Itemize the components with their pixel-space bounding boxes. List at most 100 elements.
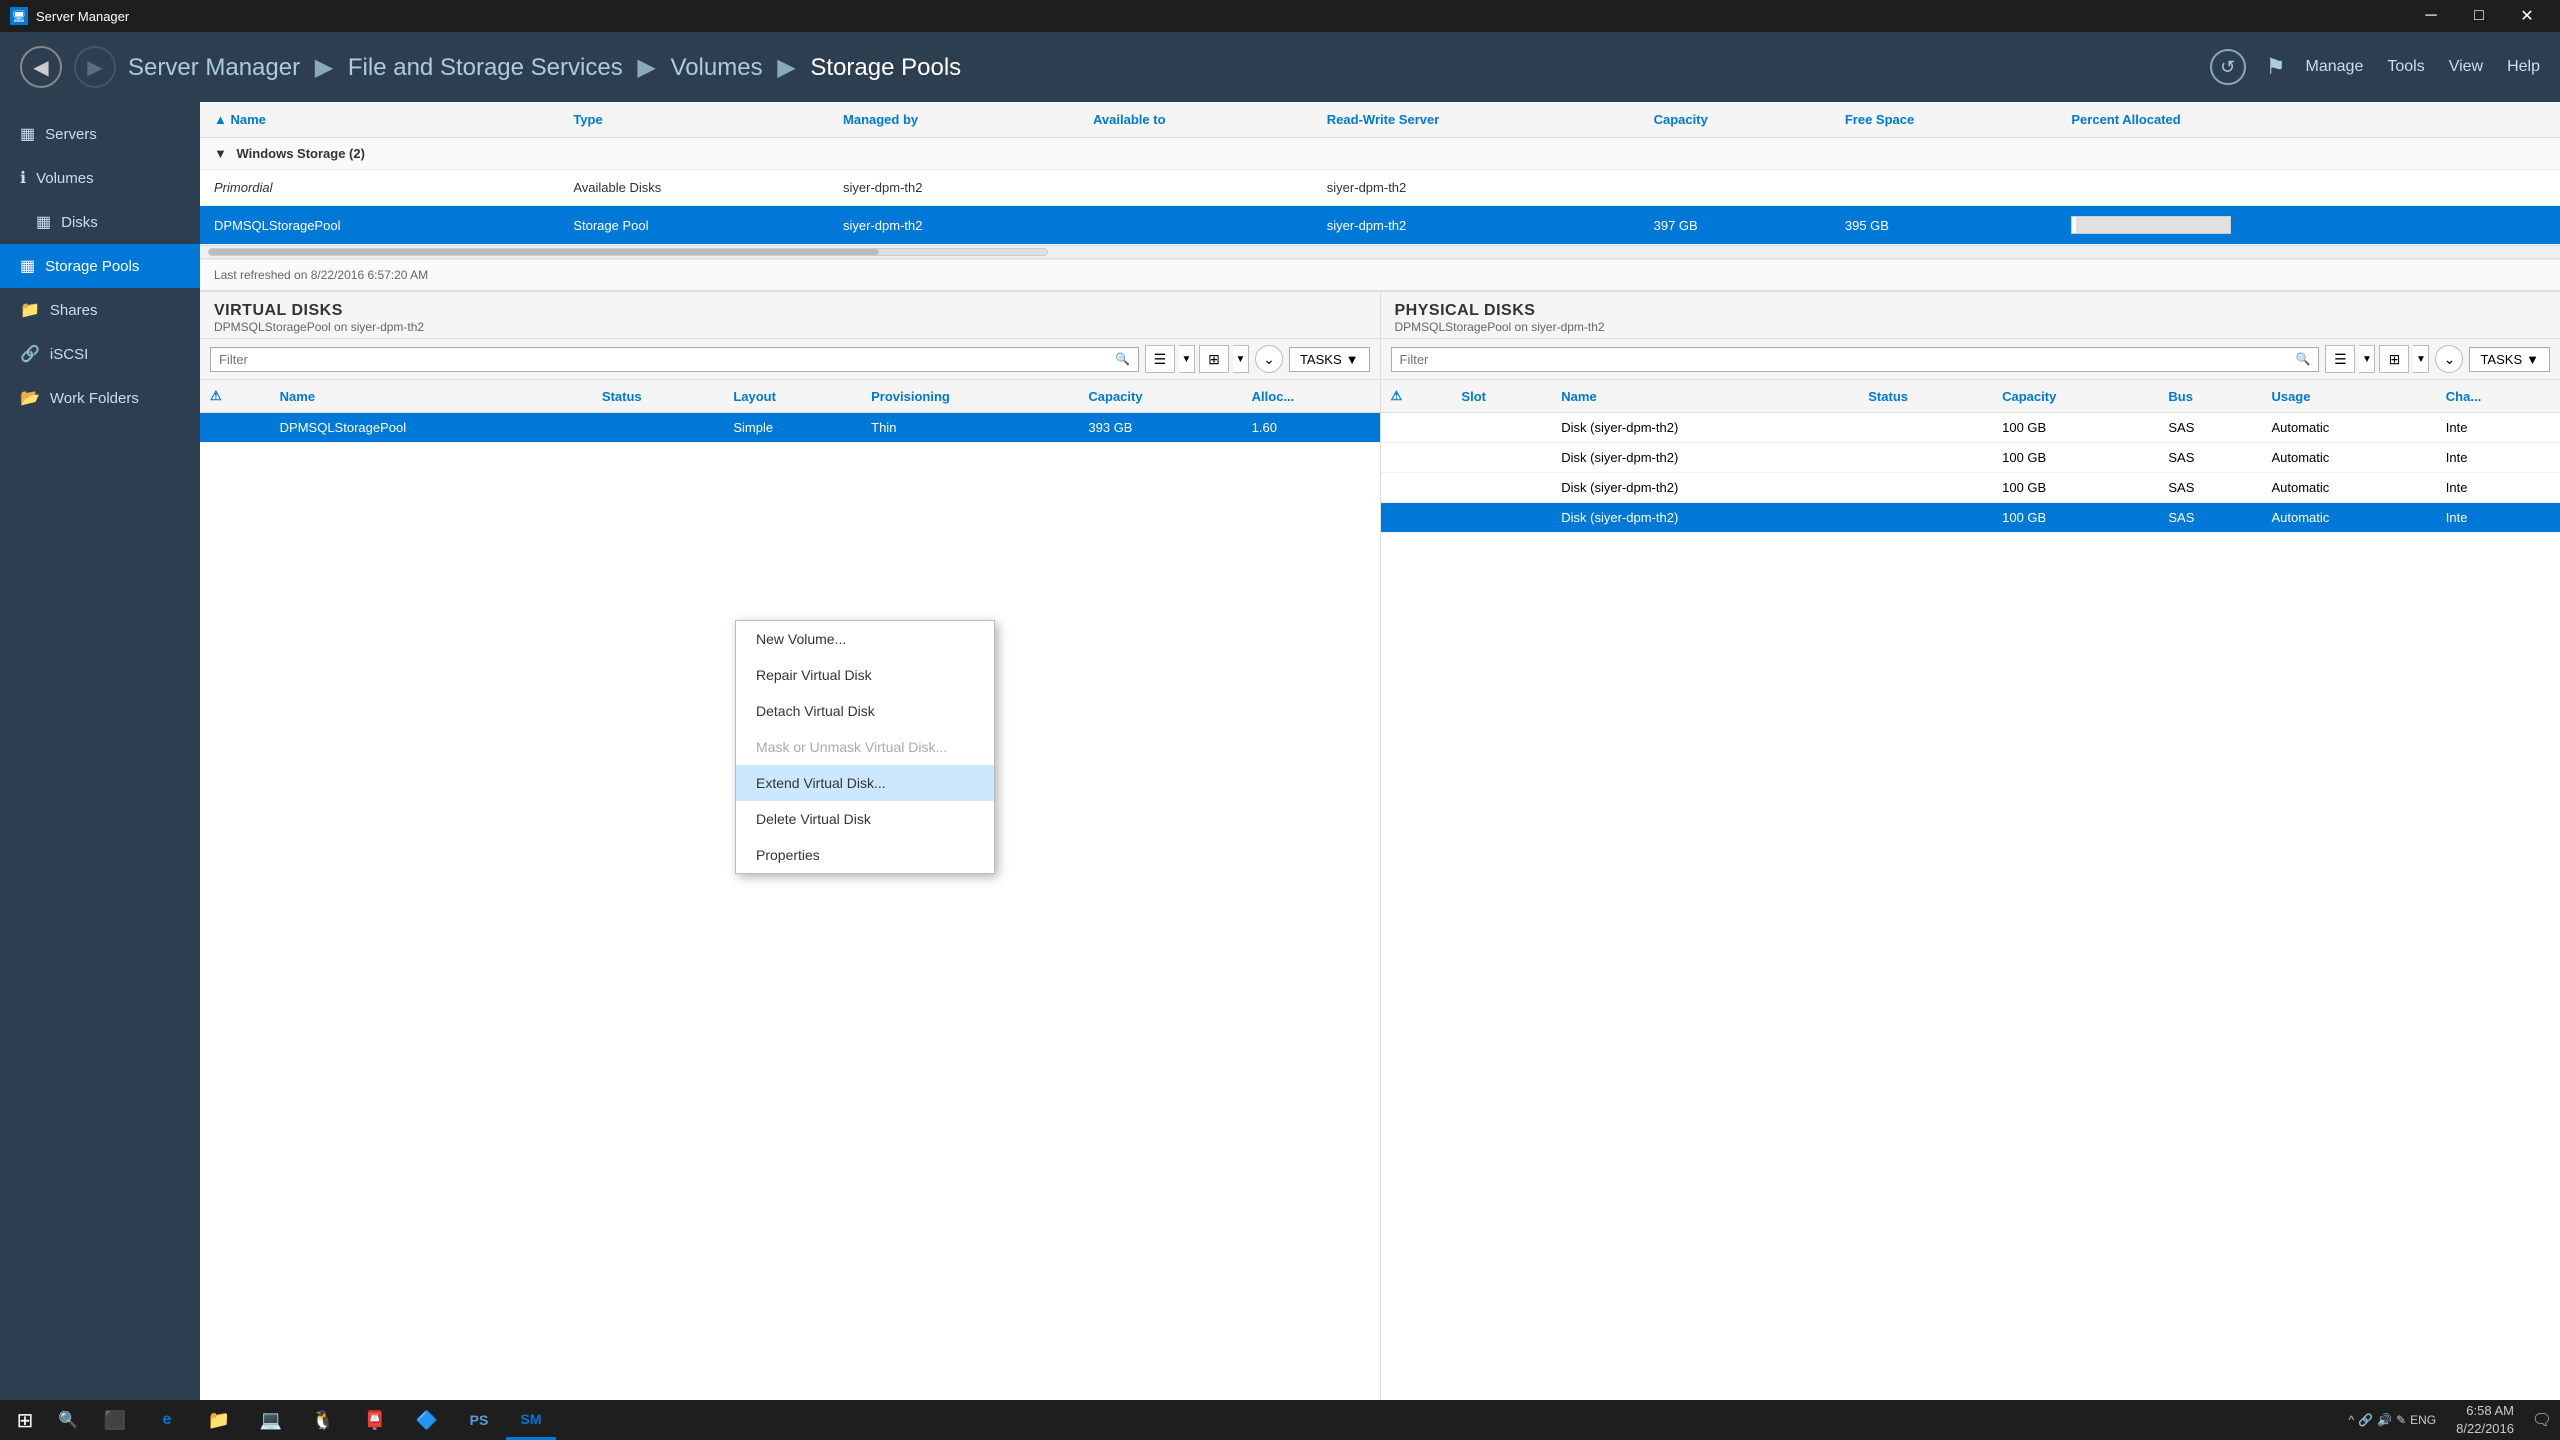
sidebar-item-shares[interactable]: 📁 Shares <box>0 288 200 332</box>
taskbar-app-cmd[interactable]: 💻 <box>246 1400 296 1440</box>
menu-tools[interactable]: Tools <box>2387 58 2424 76</box>
vd-col-status[interactable]: Status <box>592 380 723 413</box>
virtual-disks-filter-box[interactable]: 🔍 <box>210 347 1139 372</box>
filter-search-icon-2: 🔍 <box>2296 352 2311 366</box>
pd-col-name[interactable]: Name <box>1551 380 1858 413</box>
sidebar-item-iscsi[interactable]: 🔗 iSCSI <box>0 332 200 376</box>
context-menu-properties[interactable]: Properties <box>736 837 994 873</box>
sidebar-item-servers[interactable]: ▦ Servers <box>0 112 200 156</box>
minimize-button[interactable]: ─ <box>2408 0 2454 32</box>
physical-disk-row-4[interactable]: Disk (siyer-dpm-th2) 100 GB SAS Automati… <box>1381 503 2560 533</box>
breadcrumb-server-manager[interactable]: Server Manager <box>128 54 300 81</box>
horizontal-scrollbar[interactable] <box>200 245 2560 259</box>
vd-col-capacity[interactable]: Capacity <box>1078 380 1241 413</box>
col-free-space[interactable]: Free Space <box>1831 102 2058 138</box>
pd-group-dropdown[interactable]: ▼ <box>2413 345 2429 373</box>
physical-disk-row-2[interactable]: Disk (siyer-dpm-th2) 100 GB SAS Automati… <box>1381 443 2560 473</box>
taskbar-app-edge[interactable]: e <box>142 1400 192 1440</box>
vd-col-warning[interactable]: ⚠ <box>200 380 270 413</box>
refresh-button[interactable]: ↺ <box>2210 49 2246 85</box>
systray-lang[interactable]: ENG <box>2410 1413 2436 1427</box>
pd-col-cha[interactable]: Cha... <box>2436 380 2560 413</box>
virtual-disk-row[interactable]: DPMSQLStoragePool Simple Thin 393 GB 1.6… <box>200 413 1380 443</box>
forward-button[interactable]: ▶ <box>74 46 116 88</box>
close-button[interactable]: ✕ <box>2504 0 2550 32</box>
group-button[interactable]: ⊞ <box>1199 345 1229 373</box>
pd-list-view-dropdown[interactable]: ▼ <box>2359 345 2375 373</box>
taskbar-app-powershell[interactable]: PS <box>454 1400 504 1440</box>
col-available-to[interactable]: Available to <box>1079 102 1313 138</box>
list-view-button[interactable]: ☰ <box>1145 345 1175 373</box>
physical-disks-filter-box[interactable]: 🔍 <box>1391 347 2320 372</box>
col-extra[interactable] <box>2495 102 2560 138</box>
notification-button[interactable]: 🗨 <box>2524 1400 2560 1440</box>
col-capacity[interactable]: Capacity <box>1640 102 1831 138</box>
taskbar-app-blue[interactable]: 🔷 <box>402 1400 452 1440</box>
physical-disk-row-1[interactable]: Disk (siyer-dpm-th2) 100 GB SAS Automati… <box>1381 413 2560 443</box>
list-view-dropdown[interactable]: ▼ <box>1179 345 1195 373</box>
pd-col-warning[interactable]: ⚠ <box>1381 380 1452 413</box>
sidebar-item-volumes[interactable]: ℹ Volumes <box>0 156 200 200</box>
pd-col-slot[interactable]: Slot <box>1451 380 1551 413</box>
expand-button[interactable]: ⌄ <box>1255 345 1283 373</box>
taskbar: ⊞ 🔍 ⬛ e 📁 💻 🐧 📮 🔷 PS SM ^ 🔗 🔊 ✎ ENG 6:58… <box>0 1400 2560 1440</box>
taskbar-app-mail[interactable]: 📮 <box>350 1400 400 1440</box>
col-type[interactable]: Type <box>559 102 829 138</box>
vd-cell-provisioning: Thin <box>861 413 1078 443</box>
breadcrumb: Server Manager ▶ File and Storage Servic… <box>128 53 2198 82</box>
vd-col-provisioning[interactable]: Provisioning <box>861 380 1078 413</box>
context-menu-mask: Mask or Unmask Virtual Disk... <box>736 729 994 765</box>
group-dropdown[interactable]: ▼ <box>1233 345 1249 373</box>
col-percent[interactable]: Percent Allocated <box>2057 102 2494 138</box>
pd-col-usage[interactable]: Usage <box>2261 380 2435 413</box>
maximize-button[interactable]: □ <box>2456 0 2502 32</box>
taskbar-app-linux[interactable]: 🐧 <box>298 1400 348 1440</box>
pd-group-button[interactable]: ⊞ <box>2379 345 2409 373</box>
pd-col-status[interactable]: Status <box>1858 380 1992 413</box>
table-row-selected[interactable]: DPMSQLStoragePool Storage Pool siyer-dpm… <box>200 206 2560 245</box>
flag-icon[interactable]: ⚑ <box>2266 54 2286 80</box>
taskbar-app-task-view[interactable]: ⬛ <box>90 1400 140 1440</box>
menu-manage[interactable]: Manage <box>2306 58 2364 76</box>
context-menu-detach[interactable]: Detach Virtual Disk <box>736 693 994 729</box>
pd-col-bus[interactable]: Bus <box>2158 380 2261 413</box>
menu-help[interactable]: Help <box>2507 58 2540 76</box>
sidebar-item-storage-pools[interactable]: ▦ Storage Pools <box>0 244 200 288</box>
tasks-button[interactable]: TASKS ▼ <box>1289 347 1370 372</box>
breadcrumb-file-storage[interactable]: File and Storage Services <box>348 54 623 81</box>
physical-disks-filter-input[interactable] <box>1400 352 1600 367</box>
col-name[interactable]: ▲ Name <box>200 102 559 138</box>
virtual-disks-filter-input[interactable] <box>219 352 419 367</box>
systray-chevron[interactable]: ^ <box>2349 1413 2355 1427</box>
sidebar-item-disks[interactable]: ▦ Disks <box>0 200 200 244</box>
taskbar-app-explorer[interactable]: 📁 <box>194 1400 244 1440</box>
col-managed-by[interactable]: Managed by <box>829 102 1079 138</box>
menu-view[interactable]: View <box>2449 58 2483 76</box>
start-button[interactable]: ⊞ <box>0 1400 50 1440</box>
table-row[interactable]: Primordial Available Disks siyer-dpm-th2… <box>200 170 2560 206</box>
vd-col-layout[interactable]: Layout <box>723 380 861 413</box>
taskbar-search-button[interactable]: 🔍 <box>50 1400 86 1440</box>
systray-volume[interactable]: 🔊 <box>2377 1413 2392 1427</box>
sidebar-item-work-folders[interactable]: 📂 Work Folders <box>0 376 200 420</box>
vd-col-alloc[interactable]: Alloc... <box>1242 380 1380 413</box>
taskbar-app-sm[interactable]: SM <box>506 1400 556 1440</box>
virtual-disks-toolbar-icons: ☰ ▼ ⊞ ▼ <box>1145 345 1249 373</box>
vd-col-name[interactable]: Name <box>270 380 592 413</box>
context-menu-extend[interactable]: Extend Virtual Disk... <box>736 765 994 801</box>
pd-cell-usage-3: Automatic <box>2261 473 2435 503</box>
pd-tasks-button[interactable]: TASKS ▼ <box>2469 347 2550 372</box>
pd-list-view-button[interactable]: ☰ <box>2325 345 2355 373</box>
col-rw-server[interactable]: Read-Write Server <box>1313 102 1640 138</box>
last-refreshed: Last refreshed on 8/22/2016 6:57:20 AM <box>200 259 2560 290</box>
context-menu-new-volume[interactable]: New Volume... <box>736 621 994 657</box>
back-button[interactable]: ◀ <box>20 46 62 88</box>
pd-expand-button[interactable]: ⌄ <box>2435 345 2463 373</box>
pd-col-capacity[interactable]: Capacity <box>1992 380 2158 413</box>
taskbar-clock[interactable]: 6:58 AM 8/22/2016 <box>2446 1402 2524 1438</box>
context-menu-repair[interactable]: Repair Virtual Disk <box>736 657 994 693</box>
context-menu-delete[interactable]: Delete Virtual Disk <box>736 801 994 837</box>
breadcrumb-volumes[interactable]: Volumes <box>671 54 763 81</box>
pd-tasks-arrow-icon: ▼ <box>2526 352 2539 367</box>
physical-disk-row-3[interactable]: Disk (siyer-dpm-th2) 100 GB SAS Automati… <box>1381 473 2560 503</box>
